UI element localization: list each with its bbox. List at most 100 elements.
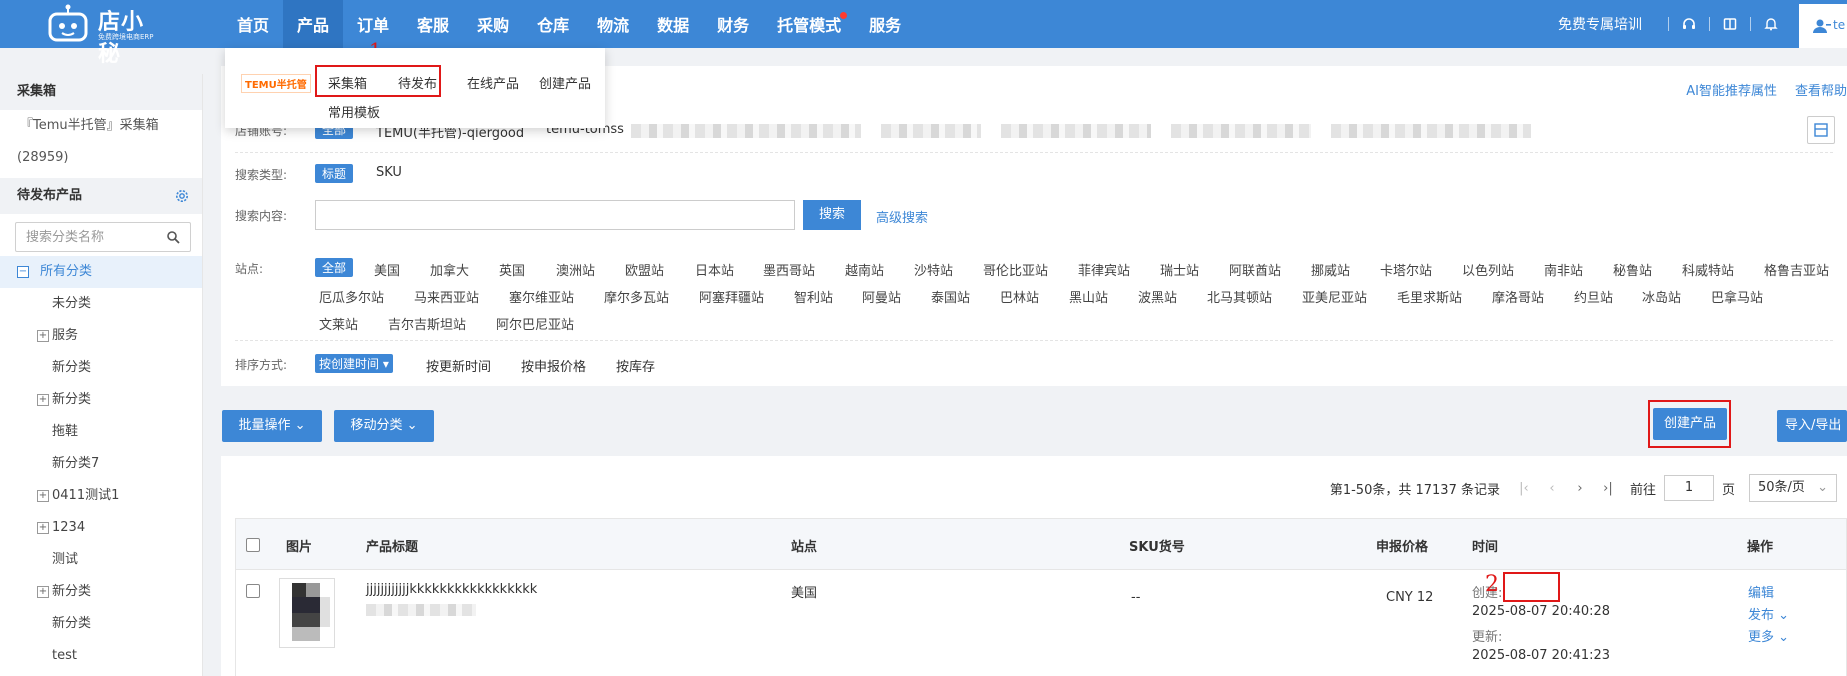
site-option[interactable]: 巴拿马站 [1711,287,1763,306]
advanced-search-link[interactable]: 高级搜索 [876,207,928,226]
nav-item-service[interactable]: 客服 [403,0,463,48]
site-option[interactable]: 秘鲁站 [1613,260,1652,279]
headset-icon[interactable] [1681,16,1697,32]
page-size-select[interactable]: 50条/页 ⌄ [1749,474,1837,502]
nav-item-warehouse[interactable]: 仓库 [523,0,583,48]
sort-option[interactable]: 按更新时间 [426,356,491,375]
page-number-input[interactable]: 1 [1663,475,1714,501]
sidebar-collect-box-link[interactable]: 『Temu半托管』采集箱 [0,110,202,142]
prev-page-icon[interactable]: ‹ [1538,481,1566,496]
site-option[interactable]: 科威特站 [1682,260,1734,279]
site-option[interactable]: 挪威站 [1311,260,1350,279]
site-option[interactable]: 黑山站 [1069,287,1108,306]
site-option[interactable]: 马来西亚站 [414,287,479,306]
tree-item[interactable]: 拖鞋 [0,416,202,448]
site-option[interactable]: 美国 [374,260,400,279]
training-link[interactable]: 免费专属培训 [1558,14,1642,34]
nav-item-logistics[interactable]: 物流 [583,0,643,48]
tree-item[interactable]: 新分类7 [0,448,202,480]
site-option[interactable]: 阿曼站 [862,287,901,306]
brand-logo[interactable]: 店小秘 免费跨境电商ERP [46,2,166,67]
site-option[interactable]: 欧盟站 [625,260,664,279]
category-search-input[interactable] [16,223,156,251]
menu-item-templates[interactable]: 常用模板 [328,102,380,121]
first-page-icon[interactable]: |‹ [1510,481,1538,496]
search-icon[interactable] [166,230,180,244]
tree-item[interactable]: test [0,640,202,672]
tree-item[interactable]: 新分类 [0,608,202,640]
site-option-all[interactable]: 全部 [315,258,354,277]
nav-item-finance[interactable]: 财务 [703,0,763,48]
site-option[interactable]: 日本站 [695,260,734,279]
site-option[interactable]: 泰国站 [931,287,970,306]
tree-item[interactable]: +0411测试1 [0,480,202,512]
tree-item[interactable]: +1234 [0,512,202,544]
site-option[interactable]: 阿尔巴尼亚站 [496,314,574,333]
product-title-link[interactable]: jjjjjjjjjjjjkkkkkkkkkkkkkkkkk [366,582,537,597]
more-dropdown[interactable]: 更多 ⌄ [1748,626,1789,645]
ai-recommend-link[interactable]: AI智能推荐属性 [1686,80,1777,99]
site-option[interactable]: 格鲁吉亚站 [1764,260,1829,279]
site-option[interactable]: 波黑站 [1138,287,1177,306]
help-link[interactable]: 查看帮助 [1795,80,1847,99]
tree-item[interactable]: 测试 [0,544,202,576]
tree-item[interactable]: + 新分类 [0,384,202,416]
layout-toggle-icon[interactable] [1807,116,1835,144]
sort-option[interactable]: 按库存 [616,356,655,375]
site-option[interactable]: 毛里求斯站 [1397,287,1462,306]
site-option[interactable]: 冰岛站 [1642,287,1681,306]
batch-operation-button[interactable]: 批量操作 ⌄ [222,410,322,442]
tree-item[interactable]: + 新分类 [0,576,202,608]
site-option[interactable]: 加拿大 [430,260,469,279]
site-option[interactable]: 卡塔尔站 [1380,260,1432,279]
site-option[interactable]: 摩尔多瓦站 [604,287,669,306]
search-button[interactable]: 搜索 [803,200,861,230]
tree-item[interactable]: + 服务 [0,320,202,352]
row-checkbox[interactable] [246,584,260,598]
nav-item-hosting[interactable]: 托管模式 [763,0,855,48]
last-page-icon[interactable]: ›| [1594,481,1622,496]
site-option[interactable]: 北马其顿站 [1207,287,1272,306]
bell-icon[interactable] [1763,16,1779,32]
select-all-checkbox[interactable] [246,538,260,552]
expand-icon[interactable]: + [37,490,49,502]
collapse-icon[interactable]: − [17,266,29,278]
tree-root-all[interactable]: − 所有分类 [0,256,202,288]
site-option[interactable]: 塞尔维亚站 [509,287,574,306]
site-option[interactable]: 澳洲站 [556,260,595,279]
move-category-button[interactable]: 移动分类 ⌄ [334,410,434,442]
nav-item-products[interactable]: 产品 [283,0,344,48]
gear-icon[interactable] [174,188,190,204]
search-type-sku[interactable]: SKU [376,165,402,180]
nav-item-home[interactable]: 首页 [223,0,283,48]
site-option[interactable]: 厄瓜多尔站 [319,287,384,306]
nav-item-services[interactable]: 服务 [855,0,915,48]
site-option[interactable]: 墨西哥站 [763,260,815,279]
expand-icon[interactable]: + [37,586,49,598]
site-option[interactable]: 阿联酋站 [1229,260,1281,279]
import-export-button[interactable]: 导入/导出 ⌄ [1777,410,1847,442]
site-option[interactable]: 吉尔吉斯坦站 [388,314,466,333]
site-option[interactable]: 摩洛哥站 [1492,287,1544,306]
site-option[interactable]: 以色列站 [1462,260,1514,279]
site-option[interactable]: 菲律宾站 [1078,260,1130,279]
book-icon[interactable] [1722,16,1738,32]
expand-icon[interactable]: + [37,394,49,406]
menu-item-create-product[interactable]: 创建产品 [539,73,591,92]
nav-item-data[interactable]: 数据 [643,0,703,48]
site-option[interactable]: 亚美尼亚站 [1302,287,1367,306]
tree-item[interactable]: 未分类 [0,288,202,320]
site-option[interactable]: 哥伦比亚站 [983,260,1048,279]
publish-dropdown[interactable]: 发布 ⌄ [1748,604,1789,623]
site-option[interactable]: 瑞士站 [1160,260,1199,279]
menu-item-online-products[interactable]: 在线产品 [467,73,519,92]
tree-item[interactable]: 新分类 [0,352,202,384]
site-option[interactable]: 约旦站 [1574,287,1613,306]
site-option[interactable]: 文莱站 [319,314,358,333]
site-option[interactable]: 智利站 [794,287,833,306]
search-content-input[interactable] [315,200,795,230]
expand-icon[interactable]: + [37,330,49,342]
edit-link[interactable]: 编辑 [1748,582,1774,601]
site-option[interactable]: 阿塞拜疆站 [699,287,764,306]
sort-option[interactable]: 按申报价格 [521,356,586,375]
